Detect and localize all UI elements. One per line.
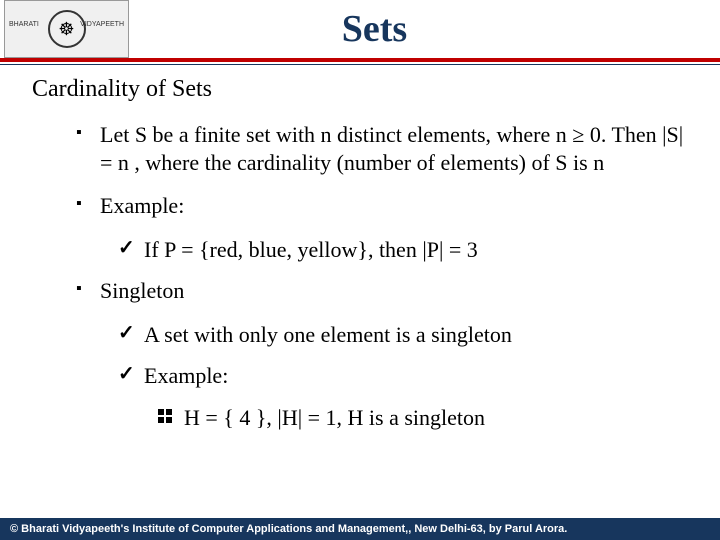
bullet-singleton-example-text: H = { 4 }, |H| = 1, H is a singleton [158, 404, 688, 432]
section-subtitle: Cardinality of Sets [32, 76, 688, 103]
logo-text-right: VIDYAPEETH [80, 21, 124, 28]
bullet-singleton-label: Singleton [76, 277, 688, 305]
slide-content: Cardinality of Sets Let S be a finite se… [0, 62, 720, 431]
bullet-singleton-def: A set with only one element is a singlet… [118, 321, 688, 349]
footer-text: © Bharati Vidyapeeth's Institute of Comp… [10, 523, 567, 535]
slide-footer: © Bharati Vidyapeeth's Institute of Comp… [0, 518, 720, 540]
header-underline [0, 64, 720, 65]
logo-text-left: BHARATI [9, 21, 39, 28]
logo-emblem-icon: ☸ [48, 10, 86, 48]
bullet-singleton-example-label: Example: [118, 362, 688, 390]
institution-logo: BHARATI ☸ VIDYAPEETH [4, 0, 129, 58]
slide-title: Sets [129, 7, 720, 51]
bullet-example-label: Example: [76, 192, 688, 220]
bullet-example-text: If P = {red, blue, yellow}, then |P| = 3 [118, 236, 688, 264]
bullet-definition: Let S be a finite set with n distinct el… [76, 121, 688, 176]
slide-header: BHARATI ☸ VIDYAPEETH Sets [0, 0, 720, 62]
